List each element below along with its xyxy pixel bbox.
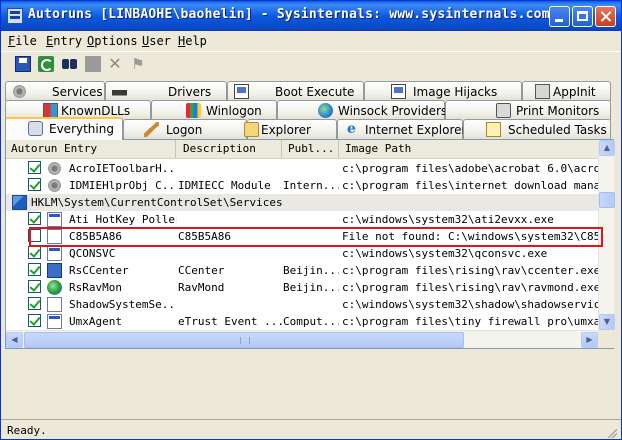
drivers-icon xyxy=(112,84,127,99)
tab-row-3: Everything Logon Explorer e Internet Exp… xyxy=(1,117,621,140)
list-header: Autorun Entry Description Publ... Image … xyxy=(6,140,598,159)
enabled-checkbox[interactable] xyxy=(28,297,41,310)
blank-file-icon xyxy=(47,297,62,312)
toolbar: ✕ ⚑ xyxy=(1,51,621,77)
enabled-checkbox[interactable] xyxy=(28,246,41,259)
tab-image-hijacks[interactable]: Image Hijacks xyxy=(364,81,522,101)
tab-winsock-providers[interactable]: Winsock Providers xyxy=(277,100,447,120)
autoruns-window: Autoruns [LINBAOHE\baohelin] - Sysintern… xyxy=(0,0,622,440)
list-item[interactable]: ShadowSystemSe... c:\windows\system32\sh… xyxy=(6,296,598,313)
menu-options[interactable]: Options xyxy=(87,34,138,48)
refresh-icon[interactable] xyxy=(38,56,54,72)
minimize-button[interactable] xyxy=(549,6,570,27)
jump-icon[interactable]: ⚑ xyxy=(130,56,146,72)
internet-explorer-icon: e xyxy=(347,121,356,137)
scroll-left-button[interactable]: ◀ xyxy=(6,332,23,348)
status-text: Ready. xyxy=(7,424,47,437)
enabled-checkbox[interactable] xyxy=(28,314,41,327)
winlogon-icon xyxy=(186,103,201,118)
enabled-checkbox[interactable] xyxy=(28,161,41,174)
boot-execute-icon xyxy=(234,84,249,99)
globe-icon xyxy=(47,280,62,295)
enabled-checkbox[interactable] xyxy=(28,280,41,293)
services-icon xyxy=(12,84,27,99)
tab-boot-execute[interactable]: Boot Execute xyxy=(227,81,364,101)
application-icon xyxy=(47,246,62,261)
tab-winlogon[interactable]: Winlogon xyxy=(151,100,277,120)
resize-grip[interactable] xyxy=(605,426,617,438)
enabled-checkbox[interactable] xyxy=(28,212,41,225)
tab-everything[interactable]: Everything xyxy=(5,117,123,140)
tab-logon[interactable]: Logon xyxy=(123,119,247,139)
winsock-icon xyxy=(318,103,333,118)
list-item[interactable]: IDMIEHlprObj C... IDMIECC Module Intern.… xyxy=(6,177,598,194)
scroll-down-button[interactable]: ▼ xyxy=(599,314,615,330)
enabled-checkbox[interactable] xyxy=(28,178,41,191)
close-button[interactable] xyxy=(595,6,616,27)
list-item[interactable]: QCONSVC c:\windows\system32\qconsvc.exe xyxy=(6,245,598,262)
printer-icon xyxy=(496,103,511,118)
maximize-button[interactable] xyxy=(572,6,593,27)
delete-icon[interactable]: ✕ xyxy=(107,56,123,72)
tab-appinit[interactable]: AppInit xyxy=(522,81,611,101)
tab-scheduled-tasks[interactable]: Scheduled Tasks xyxy=(463,119,611,139)
tab-internet-explorer[interactable]: e Internet Explorer xyxy=(337,119,466,139)
column-description[interactable]: Description xyxy=(178,140,282,158)
logon-icon xyxy=(144,122,159,137)
scroll-up-button[interactable]: ▲ xyxy=(599,140,615,156)
tab-print-monitors[interactable]: Print Monitors xyxy=(445,100,611,120)
column-autorun-entry[interactable]: Autorun Entry xyxy=(6,140,176,158)
vertical-scroll-thumb[interactable] xyxy=(599,192,615,208)
menu-file[interactable]: File xyxy=(8,34,37,48)
list-item[interactable]: Ati HotKey Poller c:\windows\system32\at… xyxy=(6,211,598,228)
application-icon xyxy=(47,212,62,227)
scheduled-tasks-icon xyxy=(486,122,501,137)
tab-row-1: Services Drivers Boot Execute Image Hija… xyxy=(1,81,621,101)
highlight-annotation xyxy=(29,227,603,247)
appinit-icon xyxy=(535,84,550,99)
menu-help[interactable]: Help xyxy=(178,34,207,48)
tab-explorer[interactable]: Explorer xyxy=(244,119,337,139)
autoruns-icon xyxy=(7,8,23,24)
rising-ccenter-icon xyxy=(47,263,62,278)
scroll-right-button[interactable]: ▶ xyxy=(581,332,598,348)
list-item[interactable]: UmxAgent eTrust Event ... Comput... c:\p… xyxy=(6,313,598,330)
save-icon[interactable] xyxy=(15,56,31,72)
registry-key-icon xyxy=(12,195,27,210)
scroll-corner xyxy=(598,330,614,348)
list-item[interactable]: RsCCenter CCenter Beijin... c:\program f… xyxy=(6,262,598,279)
column-publisher[interactable]: Publ... xyxy=(283,140,339,158)
gear-icon xyxy=(47,161,62,176)
title-bar[interactable]: Autoruns [LINBAOHE\baohelin] - Sysintern… xyxy=(1,1,621,31)
group-row[interactable]: HKLM\System\CurrentControlSet\Services xyxy=(6,194,598,211)
status-bar: Ready. xyxy=(1,419,621,440)
explorer-icon xyxy=(244,122,259,137)
window-title: Autoruns [LINBAOHE\baohelin] - Sysintern… xyxy=(28,7,550,22)
list-item[interactable]: RsRavMon RavMond Beijin... c:\program fi… xyxy=(6,279,598,296)
menu-entry[interactable]: Entry xyxy=(46,34,82,48)
application-icon xyxy=(47,314,62,329)
list-item[interactable]: AcroIEToolbarH... c:\program files\adobe… xyxy=(6,160,598,177)
gear-icon xyxy=(47,178,62,193)
column-image-path[interactable]: Image Path xyxy=(340,140,598,158)
menu-bar: File Entry Options User Help xyxy=(1,31,621,51)
horizontal-scrollbar[interactable]: ◀ ▶ xyxy=(6,330,598,348)
tab-services[interactable]: Services xyxy=(5,81,105,101)
properties-icon[interactable] xyxy=(85,56,101,72)
enabled-checkbox[interactable] xyxy=(28,263,41,276)
everything-icon xyxy=(28,121,43,136)
image-hijacks-icon xyxy=(391,84,406,99)
menu-user[interactable]: User xyxy=(142,34,171,48)
knowndlls-icon xyxy=(43,103,58,118)
find-icon[interactable] xyxy=(62,56,78,72)
tab-drivers[interactable]: Drivers xyxy=(105,81,227,101)
horizontal-scroll-thumb[interactable] xyxy=(24,332,464,348)
